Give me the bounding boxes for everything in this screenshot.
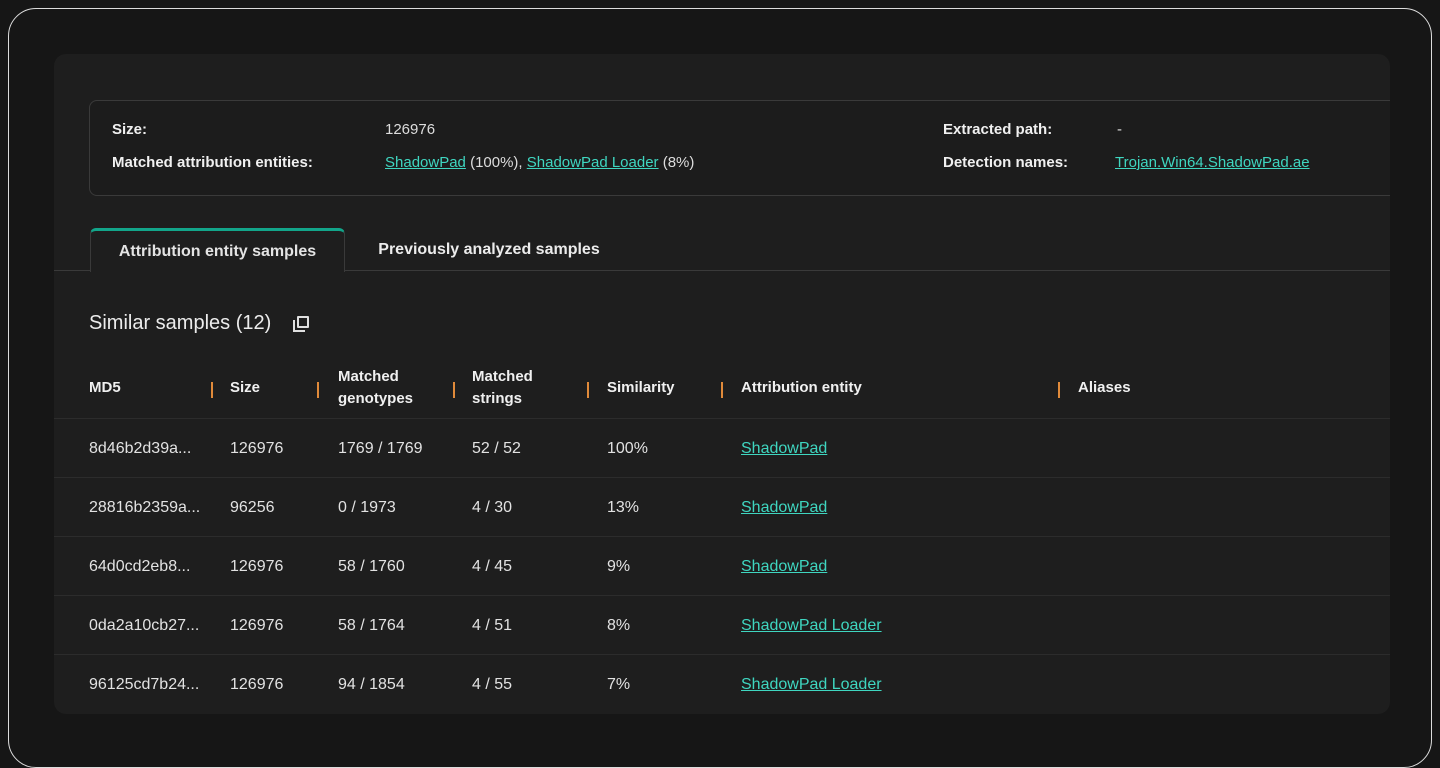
cell-genotypes: 94 / 1854: [338, 675, 405, 693]
cell-md5: 64d0cd2eb8...: [89, 557, 191, 575]
cell-genotypes: 0 / 1973: [338, 498, 396, 516]
column-separator[interactable]: [453, 382, 455, 398]
cell-md5: 28816b2359a...: [89, 498, 201, 516]
similar-samples-heading: Similar samples (12): [89, 312, 311, 335]
size-row: Size:: [112, 121, 147, 138]
table-row[interactable]: 28816b2359a... 96256 0 / 1973 4 / 30 13% Shad…: [54, 477, 1390, 536]
size-label: Size:: [112, 121, 148, 138]
cell-similarity: 13%: [607, 498, 640, 516]
col-similarity[interactable]: Similarity: [607, 358, 675, 418]
cell-strings: 4 / 51: [472, 616, 513, 634]
file-info-box: Size: 126976 Matched attribution entitie…: [89, 100, 1390, 196]
entity-link-shadowpad-loader[interactable]: ShadowPad Loader: [527, 154, 659, 171]
col-aliases[interactable]: Aliases: [1078, 358, 1131, 418]
sample-details-panel: Size: 126976 Matched attribution entitie…: [54, 54, 1390, 714]
table-row[interactable]: 8d46b2d39a... 126976 1769 / 1769 52 / 52 100…: [54, 418, 1390, 477]
size-value: 126976: [385, 121, 436, 138]
table-row[interactable]: 0da2a10cb27... 126976 58 / 1764 4 / 51 8% Sha…: [54, 595, 1390, 654]
cell-entity[interactable]: ShadowPad Loader: [741, 655, 882, 714]
column-separator[interactable]: [587, 382, 589, 398]
matched-entities-value: ShadowPad (100%), ShadowPad Loader (8%): [385, 154, 694, 171]
tab-attribution-entity-samples[interactable]: Attribution entity samples: [90, 228, 345, 272]
cell-size: 126976: [230, 557, 284, 575]
cell-size: 126976: [230, 439, 284, 457]
cell-similarity: 100%: [607, 439, 648, 457]
cell-md5: 0da2a10cb27...: [89, 616, 200, 634]
cell-similarity: 8%: [607, 616, 631, 634]
cell-size: 126976: [230, 616, 284, 634]
cell-entity[interactable]: ShadowPad: [741, 419, 827, 478]
col-matched-genotypes[interactable]: Matched genotypes: [338, 358, 413, 418]
cell-similarity: 7%: [607, 675, 631, 693]
col-attribution-entity[interactable]: Attribution entity: [741, 358, 862, 418]
table-row[interactable]: 64d0cd2eb8... 126976 58 / 1760 4 / 45 9% Shad…: [54, 536, 1390, 595]
cell-entity[interactable]: ShadowPad: [741, 537, 827, 596]
cell-genotypes: 58 / 1764: [338, 616, 405, 634]
col-matched-strings[interactable]: Matched strings: [472, 358, 533, 418]
entity-pct: (8%): [658, 154, 695, 171]
cell-strings: 4 / 55: [472, 675, 513, 693]
entity-link-shadowpad[interactable]: ShadowPad: [385, 154, 466, 171]
cell-md5: 96125cd7b24...: [89, 675, 200, 693]
cell-size: 96256: [230, 498, 275, 516]
cell-entity[interactable]: ShadowPad Loader: [741, 596, 882, 655]
cell-genotypes: 58 / 1760: [338, 557, 405, 575]
col-matched-strings-line2: strings: [472, 390, 523, 407]
cell-strings: 4 / 30: [472, 498, 513, 516]
cell-similarity: 9%: [607, 557, 631, 575]
cell-entity[interactable]: ShadowPad: [741, 478, 827, 537]
cell-genotypes: 1769 / 1769: [338, 439, 423, 457]
col-matched-genotypes-line1: Matched: [338, 367, 399, 385]
col-matched-strings-line1: Matched: [472, 367, 533, 385]
copy-icon[interactable]: [291, 314, 311, 334]
col-matched-genotypes-line2: genotypes: [338, 390, 414, 407]
col-md5[interactable]: MD5: [89, 358, 121, 418]
cell-strings: 52 / 52: [472, 439, 521, 457]
detection-names-label: Detection names:: [943, 154, 1069, 171]
section-title: Similar samples (12): [89, 312, 272, 334]
table-row[interactable]: 96125cd7b24... 126976 94 / 1854 4 / 55 7% Sha…: [54, 654, 1390, 713]
column-separator[interactable]: [211, 382, 213, 398]
detection-name-link[interactable]: Trojan.Win64.ShadowPad.ae: [1115, 154, 1310, 171]
column-separator[interactable]: [1058, 382, 1060, 398]
column-separator[interactable]: [721, 382, 723, 398]
entity-pct: (100%),: [465, 154, 527, 171]
table-header: MD5 Size Matched genotypes Matched strin…: [54, 358, 1390, 418]
tab-previously-analyzed-samples[interactable]: Previously analyzed samples: [354, 228, 624, 271]
matched-entities-label: Matched attribution entities:: [112, 154, 313, 171]
cell-strings: 4 / 45: [472, 557, 513, 575]
column-separator[interactable]: [317, 382, 319, 398]
cell-md5: 8d46b2d39a...: [89, 439, 192, 457]
extracted-path-value: -: [1117, 121, 1122, 138]
extracted-path-label: Extracted path:: [943, 121, 1053, 138]
col-size[interactable]: Size: [230, 358, 260, 418]
cell-size: 126976: [230, 675, 284, 693]
